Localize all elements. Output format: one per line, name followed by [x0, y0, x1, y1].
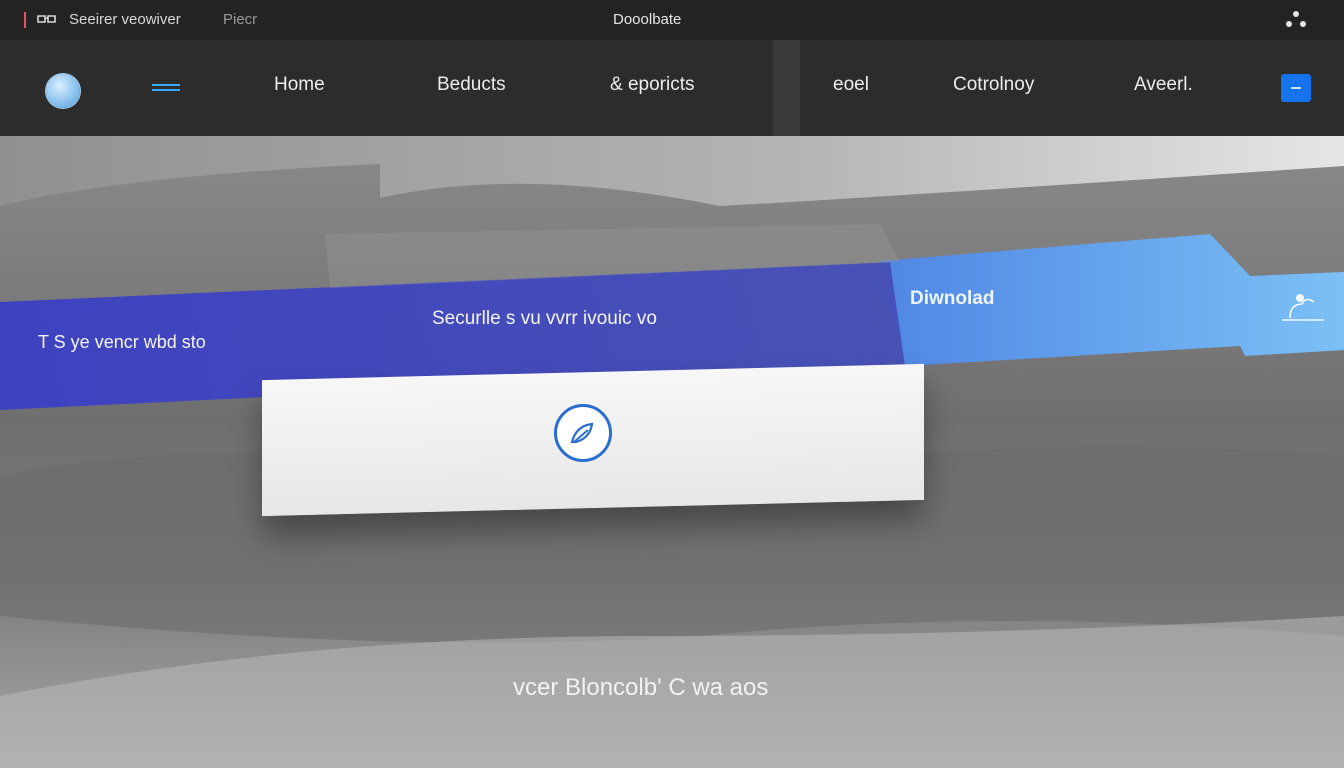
hero-caption: vcer Bloncolb' C wa aos	[513, 674, 769, 701]
main-nav: Home Beducts & eporicts eoel Cotrolnoy A…	[0, 40, 1344, 136]
band-center-text: Securlle s vu vvrr ivouic vo	[432, 308, 657, 329]
download-link[interactable]: Diwnolad	[910, 288, 994, 310]
site-name[interactable]: Seeirer veowiver	[69, 11, 181, 28]
glasses-icon	[36, 10, 58, 32]
nav-item-reports[interactable]: & eporicts	[610, 74, 694, 96]
nav-action-button[interactable]	[1281, 74, 1311, 102]
cloud-icon	[1276, 292, 1330, 333]
minus-icon	[1291, 87, 1301, 89]
site-subtitle[interactable]: Piecr	[223, 11, 257, 28]
nav-divider	[773, 40, 800, 136]
nav-item-model[interactable]: eoel	[833, 74, 869, 96]
hero-section: T S ye vencr wbd sto Securlle s vu vvrr …	[0, 136, 1344, 768]
center-title: Dooolbate	[613, 11, 682, 28]
nav-item-home[interactable]: Home	[274, 74, 325, 96]
menu-icon[interactable]	[152, 84, 180, 92]
globe-logo[interactable]	[46, 74, 80, 108]
band-left-text: T S ye vencr wbd sto	[38, 332, 206, 352]
accent-mark	[24, 12, 26, 28]
top-bar: Seeirer veowiver Piecr Dooolbate	[0, 0, 1344, 40]
nav-item-technology[interactable]: Cotrolnoy	[953, 74, 1034, 96]
nav-item-products[interactable]: Beducts	[437, 74, 506, 96]
nav-item-about[interactable]: Aveerl.	[1134, 74, 1193, 96]
leaf-emblem-icon	[554, 404, 612, 462]
dots-icon[interactable]	[1284, 10, 1308, 30]
